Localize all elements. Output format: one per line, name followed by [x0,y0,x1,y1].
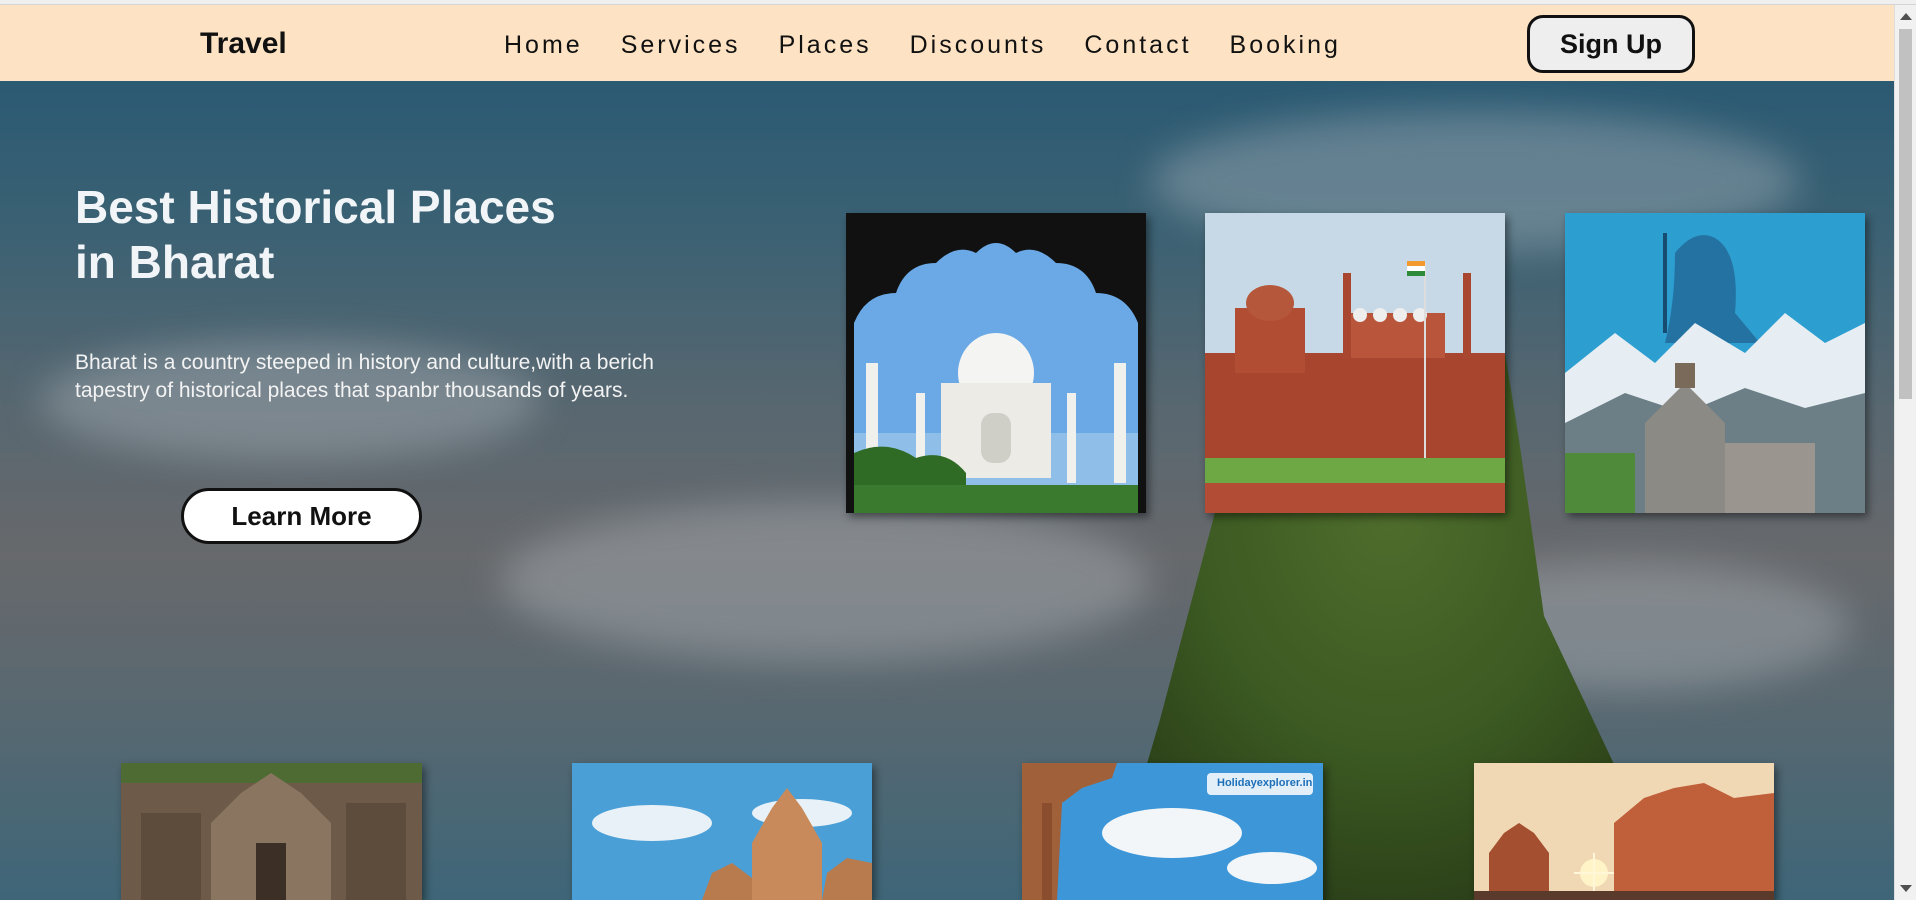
hawa-mahal-image [1474,763,1774,900]
red-fort-image [1205,213,1505,513]
card-red-fort[interactable] [1205,213,1505,513]
hero-title-line2: in Bharat [75,236,275,288]
image-watermark: Holidayexplorer.in [1217,777,1313,789]
taj-mahal-image [846,213,1146,513]
rock-cut-temple-image [121,763,422,900]
card-kedarnath[interactable] [1565,213,1865,513]
background-cloud [500,501,1150,661]
nav-contact[interactable]: Contact [1084,31,1191,60]
card-khajuraho-temple[interactable] [572,763,872,900]
hero-title-line1: Best Historical Places [75,181,556,233]
khajuraho-temple-image [572,763,872,900]
scroll-down-arrow-icon[interactable] [1900,885,1912,892]
nav-discounts[interactable]: Discounts [910,31,1047,60]
hero-title: Best Historical Places in Bharat [75,180,635,290]
card-taj-mahal[interactable] [846,213,1146,513]
signup-button[interactable]: Sign Up [1527,15,1695,73]
learn-more-button[interactable]: Learn More [181,488,422,544]
page-scrollbar[interactable] [1894,5,1916,900]
nav-services[interactable]: Services [621,31,741,60]
hero-section: Best Historical Places in Bharat Bharat … [0,81,1894,900]
card-rock-cut-temple[interactable] [121,763,422,900]
scroll-thumb[interactable] [1899,29,1912,399]
hero-description: Bharat is a country steeped in history a… [75,351,654,402]
brand-logo[interactable]: Travel [200,27,287,61]
nav-places[interactable]: Places [779,31,872,60]
kedarnath-image [1565,213,1865,513]
scroll-up-arrow-icon[interactable] [1900,13,1912,20]
nav-home[interactable]: Home [504,31,583,60]
card-hawa-mahal[interactable] [1474,763,1774,900]
nav-booking[interactable]: Booking [1230,31,1341,60]
card-stone-monument[interactable]: Holidayexplorer.in [1022,763,1323,900]
nav-links: Home Services Places Discounts Contact B… [504,31,1379,60]
navbar: Travel Home Services Places Discounts Co… [0,5,1894,81]
